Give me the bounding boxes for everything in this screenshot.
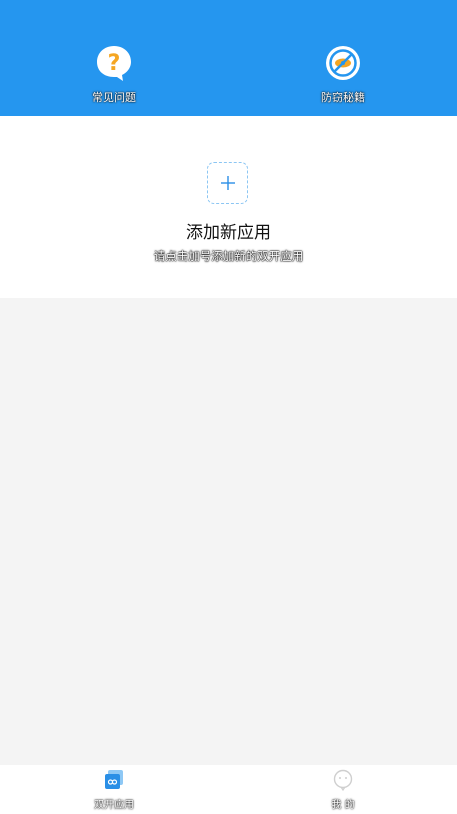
faq-label: 常见问题 <box>92 91 136 104</box>
top-header: ? 常见问题 防窃秘籍 <box>0 0 457 116</box>
bottom-nav: 双开应用 我 的 <box>0 765 457 814</box>
face-icon <box>333 769 353 791</box>
dual-app-icon <box>105 770 123 789</box>
empty-state-card: 添加新应用 请点击加号添加新的双开应用 <box>0 116 457 298</box>
tab-dual-apps-label: 双开应用 <box>94 800 134 811</box>
tab-me-label: 我 的 <box>331 800 355 811</box>
add-app-button[interactable] <box>207 162 248 204</box>
tab-dual-apps[interactable]: 双开应用 <box>69 769 159 813</box>
no-eye-icon <box>326 46 360 80</box>
empty-state-subtitle: 请点击加号添加新的双开应用 <box>153 249 304 263</box>
svg-text:?: ? <box>108 51 121 76</box>
anti-ban-button[interactable]: 防窃秘籍 <box>298 44 388 108</box>
plus-icon <box>220 176 235 190</box>
tab-me[interactable]: 我 的 <box>298 769 388 813</box>
question-bubble-icon: ? <box>97 46 131 81</box>
anti-ban-label: 防窃秘籍 <box>321 91 365 104</box>
empty-state-title: 添加新应用 <box>186 223 271 243</box>
faq-button[interactable]: ? 常见问题 <box>69 44 159 108</box>
